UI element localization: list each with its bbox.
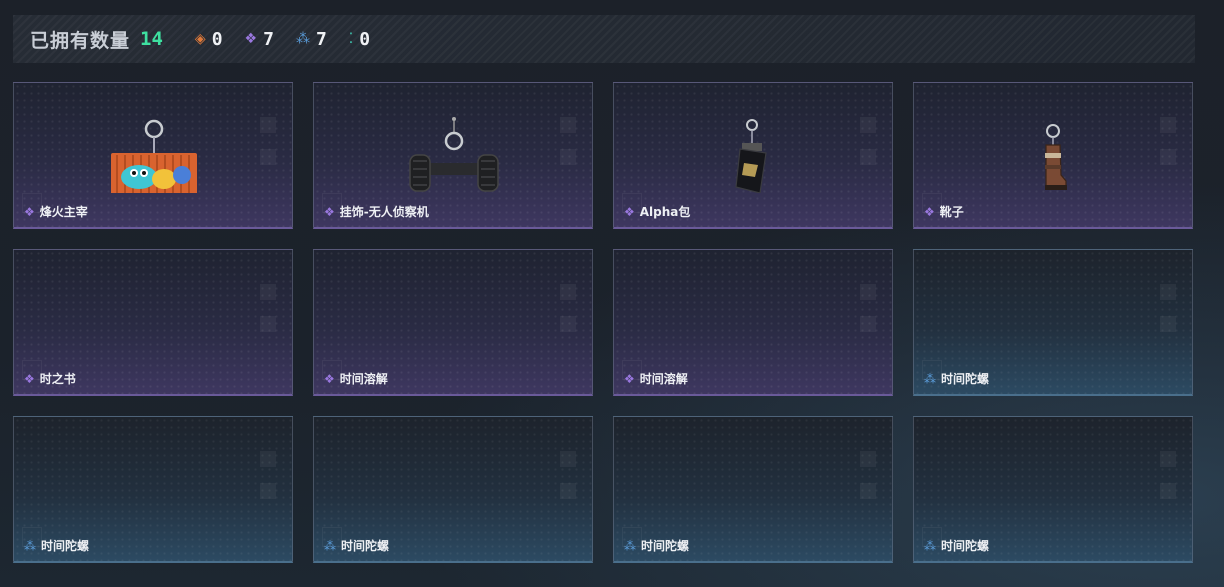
orange-diamond-icon: ◈ <box>194 31 206 47</box>
owned-count: 14 <box>140 28 163 50</box>
card-decoration <box>860 284 884 340</box>
item-card[interactable]: ⁂ 时间陀螺 <box>13 416 293 563</box>
ownership-summary-bar: 已拥有数量 14 ◈ 0 ❖ 7 ⁂ 7 ⁚ 0 <box>13 15 1195 63</box>
item-name: 时间陀螺 <box>941 539 990 553</box>
item-name: 时间陀螺 <box>641 539 690 553</box>
card-decoration <box>260 451 284 507</box>
item-card[interactable]: ❖ 烽火主宰 <box>13 82 293 229</box>
card-decoration <box>560 284 584 340</box>
item-name-row: ❖ 挂饰-无人侦察机 <box>324 203 429 220</box>
item-card[interactable]: ⁂ 时间陀螺 <box>313 416 593 563</box>
blue-rarity-icon: ⁂ <box>24 538 36 553</box>
owned-label: 已拥有数量 <box>30 29 131 52</box>
item-card[interactable]: ❖ 时间溶解 <box>613 249 893 396</box>
item-name: 时间陀螺 <box>341 539 390 553</box>
item-card[interactable]: ⁂ 时间陀螺 <box>913 416 1193 563</box>
item-name-row: ⁂ 时间陀螺 <box>624 537 689 554</box>
item-name: 时间陀螺 <box>941 372 990 386</box>
item-name-row: ❖ 烽火主宰 <box>24 203 88 220</box>
teal-dots-icon: ⁚ <box>348 31 354 47</box>
purple-rarity-icon: ❖ <box>924 204 935 219</box>
bag-keychain-art <box>735 119 767 193</box>
item-card[interactable]: ⁂ 时间陀螺 <box>913 249 1193 396</box>
stat-teal: ⁚ 0 <box>349 29 370 50</box>
item-name-row: ⁂ 时间陀螺 <box>324 537 389 554</box>
item-card[interactable]: ❖ 靴子 <box>913 82 1193 229</box>
blue-rarity-icon: ⁂ <box>924 371 936 386</box>
card-decoration <box>860 451 884 507</box>
item-name-row: ❖ Alpha包 <box>624 203 690 220</box>
purple-diamond-cluster-icon: ❖ <box>244 31 258 47</box>
item-name-row: ⁂ 时间陀螺 <box>924 537 989 554</box>
item-name: 时间陀螺 <box>41 539 90 553</box>
purple-rarity-icon: ❖ <box>24 204 35 219</box>
purple-rarity-icon: ❖ <box>624 204 635 219</box>
purple-rarity-icon: ❖ <box>24 371 35 386</box>
drone-keychain-art <box>409 117 499 192</box>
blue-rarity-icon: ⁂ <box>324 538 336 553</box>
purple-rarity-icon: ❖ <box>324 204 335 219</box>
item-card[interactable]: ❖ 时之书 <box>13 249 293 396</box>
item-name-row: ❖ 靴子 <box>924 203 964 220</box>
collection-panel: 已拥有数量 14 ◈ 0 ❖ 7 ⁂ 7 ⁚ 0 ❖ 烽火主宰 ❖ 挂饰-无人侦察机 ❖… <box>0 0 1224 587</box>
stat-blue-value: 7 <box>315 28 327 50</box>
item-name-row: ⁂ 时间陀螺 <box>924 370 989 387</box>
item-name: 时间溶解 <box>639 372 688 386</box>
purple-rarity-icon: ❖ <box>624 371 635 386</box>
card-decoration <box>560 451 584 507</box>
blue-rarity-icon: ⁂ <box>624 538 636 553</box>
blue-rarity-icon: ⁂ <box>924 538 936 553</box>
item-name: 时间溶解 <box>339 372 388 386</box>
stat-orange: ◈ 0 <box>195 29 223 50</box>
card-decoration <box>1160 284 1184 340</box>
item-name-row: ⁂ 时间陀螺 <box>24 537 89 554</box>
stat-purple-value: 7 <box>263 28 274 50</box>
item-name-row: ❖ 时间溶解 <box>624 370 688 387</box>
item-card[interactable]: ❖ Alpha包 <box>613 82 893 229</box>
item-name-row: ❖ 时之书 <box>24 370 76 387</box>
item-card[interactable]: ⁂ 时间陀螺 <box>613 416 893 563</box>
item-name: 挂饰-无人侦察机 <box>339 205 429 219</box>
item-name: 烽火主宰 <box>39 205 88 219</box>
stat-teal-value: 0 <box>359 28 371 50</box>
purple-rarity-icon: ❖ <box>324 371 335 386</box>
boot-keychain-art <box>1045 124 1067 190</box>
item-name: 时之书 <box>39 372 76 386</box>
stat-purple: ❖ 7 <box>245 29 274 50</box>
card-decoration <box>1160 451 1184 507</box>
stat-orange-value: 0 <box>211 28 223 50</box>
card-decoration <box>260 284 284 340</box>
item-name-row: ❖ 时间溶解 <box>324 370 388 387</box>
stat-blue: ⁂ 7 <box>296 29 327 50</box>
item-card[interactable]: ❖ 时间溶解 <box>313 249 593 396</box>
item-grid: ❖ 烽火主宰 ❖ 挂饰-无人侦察机 ❖ Alpha包 ❖ 靴子 ❖ 时之书 ❖ 时间溶解 ❖ 时间溶解 ⁂ 时… <box>13 82 1193 563</box>
item-name: Alpha包 <box>639 205 691 219</box>
blue-triangle-cluster-icon: ⁂ <box>295 31 310 47</box>
container-keychain-art <box>111 119 197 193</box>
item-card[interactable]: ❖ 挂饰-无人侦察机 <box>313 82 593 229</box>
item-name: 靴子 <box>939 205 964 219</box>
